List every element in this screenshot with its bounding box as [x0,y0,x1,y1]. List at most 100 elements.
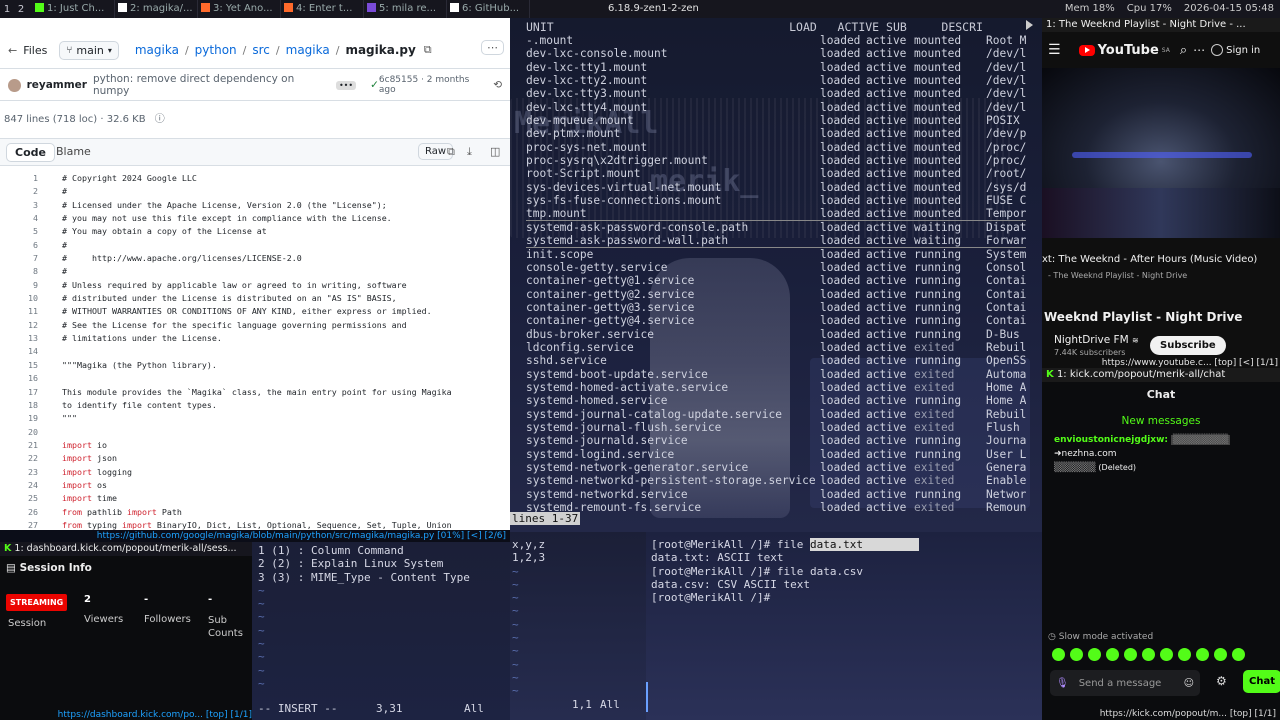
commit-expand-icon[interactable]: ••• [335,80,357,90]
crumb-src[interactable]: src [252,43,270,57]
channel-name[interactable]: NightDrive FM ≋ [1054,334,1139,346]
line-number[interactable]: 1 [0,172,38,185]
line-number[interactable]: 12 [0,319,38,332]
download-icon[interactable]: ⤓ [467,145,472,159]
emote-icon[interactable] [1070,648,1083,661]
youtube-window: 1: The Weeknd Playlist - Night Drive - .… [1042,18,1280,368]
workspace-1[interactable]: 1 [0,4,14,15]
unit-row: systemd-homed-activate.service loaded acti… [526,381,1026,394]
line-number[interactable]: 5 [0,225,38,238]
window-tab[interactable]: 4: Enter t... [281,0,364,18]
crumb-python[interactable]: python [195,43,237,57]
branch-selector[interactable]: ⑂ main ▾ [59,40,119,60]
copy-icon[interactable]: ⧉ [424,43,432,57]
window-tab[interactable]: 5: mila re... [364,0,447,18]
more-icon[interactable]: ⋯ [1193,43,1205,57]
emote-icon[interactable] [1088,648,1101,661]
line-number[interactable]: 21 [0,439,38,452]
unit-row: systemd-journal-flush.service loaded activ… [526,421,1026,434]
window-tab[interactable]: 1: Just Ch... [32,0,115,18]
crumb-magika[interactable]: magika [135,43,179,57]
line-number[interactable]: 24 [0,479,38,492]
chat-input[interactable]: 🎙 Send a message ☺ [1050,670,1200,696]
window-tab[interactable]: 3: Yet Ano... [198,0,281,18]
crumb-magika-pkg[interactable]: magika [286,43,330,57]
emote-icon[interactable] [1232,648,1245,661]
line-number[interactable]: 25 [0,492,38,505]
unit-name: systemd-ask-password-console.path [526,220,749,234]
info-icon[interactable]: ⓘ [155,114,165,125]
kernel-version: 6.18.9-zen1-2-zen [608,3,699,14]
line-number[interactable]: 2 [0,185,38,198]
window-tab[interactable]: 6: GitHub... [447,0,530,18]
unit-name: systemd-journal-catalog-update.service [526,407,782,421]
window-tab[interactable]: 2: magika/... [115,0,198,18]
tab-blame[interactable]: Blame [56,145,91,158]
line-number[interactable]: 9 [0,279,38,292]
line-number[interactable]: 22 [0,452,38,465]
line-number[interactable]: 16 [0,372,38,385]
line-number[interactable]: 6 [0,239,38,252]
emoji-icon[interactable]: ☺ [1184,678,1194,689]
commit-message[interactable]: python: remove direct dependency on nump… [93,73,326,97]
line-number[interactable]: 27 [0,519,38,530]
code-line: 4 # you may not use this file except in c… [0,212,510,225]
search-icon[interactable]: ⌕ [1180,43,1187,58]
vim-editor[interactable]: 1 (1) : Column Command 2 (2) : Explain L… [252,542,510,720]
shell-terminal[interactable]: [root@MerikAll /]# file data.txt data.txt… [646,532,1042,720]
emote-icon[interactable] [1196,648,1209,661]
sign-in-button[interactable]: Sign in [1211,44,1260,56]
line-number[interactable]: 13 [0,332,38,345]
line-number[interactable]: 26 [0,506,38,519]
line-number[interactable]: 23 [0,466,38,479]
line-number[interactable]: 8 [0,265,38,278]
new-messages-banner[interactable]: New messages [1042,415,1280,427]
line-number[interactable]: 10 [0,292,38,305]
tab-code[interactable]: Code [6,143,55,162]
emote-icon[interactable] [1178,648,1191,661]
line-number[interactable]: 18 [0,399,38,412]
commit-hash[interactable]: 6c85155 · 2 months ago [379,75,485,95]
copy-raw-icon[interactable]: ⧉ [447,145,455,159]
chat-header: Chat [1146,388,1176,401]
youtube-logo[interactable]: YouTube SA [1078,43,1170,58]
emote-icon[interactable] [1142,648,1155,661]
line-number[interactable]: 15 [0,359,38,372]
code-line: 20 [0,426,510,439]
files-label[interactable]: Files [23,44,47,57]
subscribe-button[interactable]: Subscribe [1150,336,1226,355]
code-text: """Magika (the Python library). [62,359,217,370]
workspace-2[interactable]: 2 [14,4,28,15]
emote-icon[interactable] [1160,648,1173,661]
unit-row: systemd-remount-fs.service loaded active ex… [526,501,1026,514]
chat-send-button[interactable]: Chat [1243,670,1280,693]
chat-username[interactable]: envioustonicnejgdjxw: [1054,435,1168,445]
emote-icon[interactable] [1052,648,1065,661]
microphone-icon[interactable]: 🎙 [1056,678,1069,689]
unit-active: active [866,287,907,301]
line-number[interactable]: 4 [0,212,38,225]
symbols-panel-icon[interactable]: ◫ [490,145,500,158]
unit-description: Contai [986,300,1026,314]
emote-icon[interactable] [1124,648,1137,661]
emote-icon[interactable] [1106,648,1119,661]
shell-line: [root@MerikAll /]# file data.txt [651,538,919,551]
more-options-icon[interactable]: ⋯ [481,40,504,55]
line-number[interactable]: 17 [0,386,38,399]
line-number[interactable]: 7 [0,252,38,265]
vim-editor-csv[interactable]: x,y,z 1,2,3 ~ ~ ~ ~ ~ ~ ~ ~ ~ ~ 1,1 All [510,532,646,720]
unit-row: proc-sys-net.mount loaded active mounted/pr… [526,141,1026,154]
commit-author[interactable]: reyammer [27,79,87,91]
line-number[interactable]: 14 [0,345,38,358]
history-icon[interactable]: ⟲ [493,79,502,91]
back-arrow-icon[interactable]: ← [8,44,17,57]
unit-active: active [866,60,907,74]
line-number[interactable]: 3 [0,199,38,212]
line-number[interactable]: 19 [0,412,38,425]
gear-icon[interactable]: ⚙ [1216,674,1227,688]
emote-icon[interactable] [1214,648,1227,661]
video-player[interactable] [1042,68,1280,238]
line-number[interactable]: 11 [0,305,38,318]
line-number[interactable]: 20 [0,426,38,439]
menu-icon[interactable]: ☰ [1048,42,1061,58]
